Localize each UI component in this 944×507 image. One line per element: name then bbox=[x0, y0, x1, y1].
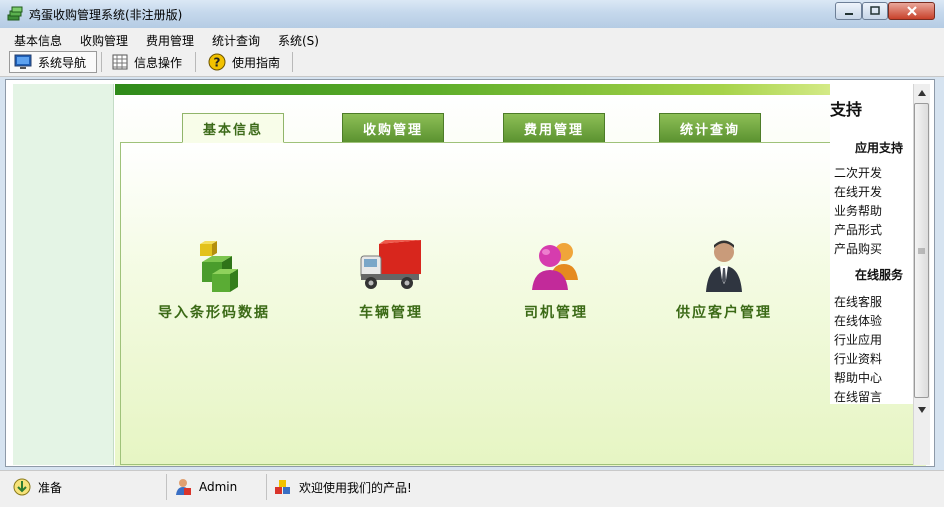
menu-bar bbox=[0, 28, 944, 49]
status-bar bbox=[0, 470, 944, 507]
link-product-purchase[interactable]: 产品购买 bbox=[834, 240, 882, 257]
toolbar-label: 系统导航 bbox=[38, 55, 87, 70]
tab-purchase[interactable]: 收购管理 bbox=[342, 113, 444, 142]
link-online-trial[interactable]: 在线体验 bbox=[834, 312, 882, 329]
support-title: 支持 bbox=[830, 100, 863, 119]
truck-icon bbox=[360, 240, 421, 289]
toolbar-label: 信息操作 bbox=[134, 55, 183, 70]
toolbar-label: 使用指南 bbox=[232, 55, 281, 70]
help-icon: ? bbox=[208, 53, 226, 71]
toolbar-separator bbox=[101, 52, 102, 72]
toolbar-separator bbox=[195, 52, 196, 72]
window-title: 鸡蛋收购管理系统(非注册版) bbox=[29, 8, 183, 22]
maximize-icon bbox=[870, 6, 880, 15]
scroll-down-button[interactable] bbox=[914, 402, 929, 418]
status-separator bbox=[266, 474, 267, 500]
close-icon bbox=[906, 6, 917, 16]
money-stack-icon bbox=[7, 6, 23, 21]
blocks-icon bbox=[275, 480, 290, 494]
toolbar-guide-button[interactable]: ? 使用指南 bbox=[204, 51, 284, 73]
tab-expense[interactable]: 费用管理 bbox=[503, 113, 605, 142]
download-arrow-icon bbox=[13, 478, 31, 496]
status-pane-ready: 准备 bbox=[12, 475, 62, 499]
link-online-dev[interactable]: 在线开发 bbox=[834, 183, 882, 200]
arrow-up-icon bbox=[917, 90, 926, 96]
status-separator bbox=[166, 474, 167, 500]
businessman-icon bbox=[706, 240, 742, 292]
toolbar-info-ops-button[interactable]: 信息操作 bbox=[108, 51, 186, 73]
toolbar-system-nav-button[interactable]: 系统导航 bbox=[9, 51, 97, 73]
menu-basic-info[interactable]: 基本信息 bbox=[14, 32, 62, 49]
left-nav-panel bbox=[13, 84, 114, 465]
menu-system[interactable]: 系统(S) bbox=[278, 32, 319, 49]
link-secondary-dev[interactable]: 二次开发 bbox=[834, 164, 882, 181]
feature-supplier-management[interactable]: 供应客户管理 bbox=[649, 236, 799, 322]
status-pane-user: Admin bbox=[173, 475, 237, 499]
section-app-support: 应用支持 bbox=[855, 141, 904, 155]
menu-purchase[interactable]: 收购管理 bbox=[80, 32, 128, 49]
link-industry-apps[interactable]: 行业应用 bbox=[834, 331, 882, 348]
feature-driver-management[interactable]: 司机管理 bbox=[481, 236, 631, 322]
feature-label: 司机管理 bbox=[524, 305, 588, 321]
user-icon bbox=[176, 479, 191, 495]
minimize-button[interactable] bbox=[835, 2, 862, 20]
arrow-down-icon bbox=[917, 407, 926, 413]
status-username: Admin bbox=[199, 480, 238, 494]
close-button[interactable] bbox=[888, 2, 935, 20]
cubes-icon bbox=[200, 241, 238, 292]
section-online-service: 在线服务 bbox=[855, 268, 904, 282]
people-icon bbox=[532, 243, 578, 290]
scrollbar-thumb[interactable] bbox=[914, 103, 929, 398]
status-pane-message: 欢迎使用我们的产品! bbox=[273, 475, 412, 499]
link-online-support[interactable]: 在线客服 bbox=[834, 293, 882, 310]
status-text: 准备 bbox=[38, 480, 63, 495]
link-product-form[interactable]: 产品形式 bbox=[834, 221, 882, 238]
svg-text:?: ? bbox=[214, 56, 221, 70]
tab-statistics[interactable]: 统计查询 bbox=[659, 113, 761, 142]
link-help-center[interactable]: 帮助中心 bbox=[834, 369, 882, 386]
feature-import-barcode[interactable]: 导入条形码数据 bbox=[139, 236, 289, 322]
tab-basic-info[interactable]: 基本信息 bbox=[182, 113, 284, 143]
link-industry-docs[interactable]: 行业资料 bbox=[834, 350, 882, 367]
feature-label: 供应客户管理 bbox=[676, 305, 772, 321]
scroll-up-button[interactable] bbox=[914, 85, 929, 101]
header-band bbox=[115, 84, 830, 95]
grip-icon bbox=[918, 248, 925, 253]
feature-label: 导入条形码数据 bbox=[158, 305, 270, 321]
feature-label: 车辆管理 bbox=[359, 305, 423, 321]
toolbar-separator bbox=[292, 52, 293, 72]
minimize-icon bbox=[844, 13, 853, 15]
status-message: 欢迎使用我们的产品! bbox=[299, 480, 412, 495]
link-business-help[interactable]: 业务帮助 bbox=[834, 202, 882, 219]
menu-expense[interactable]: 费用管理 bbox=[146, 32, 194, 49]
maximize-button[interactable] bbox=[862, 2, 888, 20]
grid-icon bbox=[112, 54, 128, 70]
monitor-icon bbox=[14, 54, 32, 69]
menu-statistics[interactable]: 统计查询 bbox=[212, 32, 260, 49]
feature-vehicle-management[interactable]: 车辆管理 bbox=[316, 236, 466, 322]
link-leave-message[interactable]: 在线留言 bbox=[834, 388, 882, 403]
